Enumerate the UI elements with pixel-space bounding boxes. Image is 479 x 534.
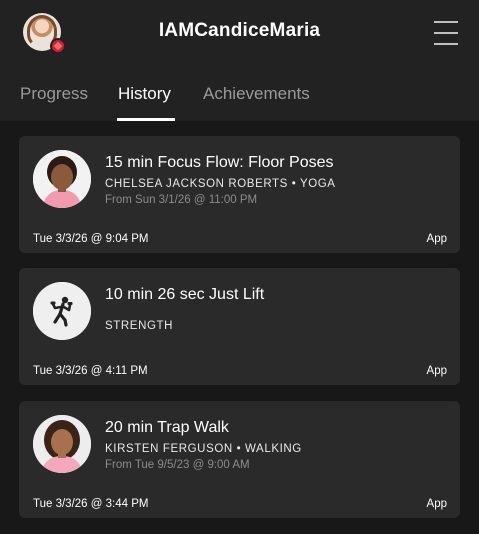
tab-achievements[interactable]: Achievements [203, 84, 310, 104]
workout-title: 20 min Trap Walk [105, 419, 229, 436]
history-card[interactable]: 20 min Trap Walk KIRSTEN FERGUSON • WALK… [19, 401, 460, 518]
workout-date: Tue 3/3/26 @ 4:11 PM [33, 365, 148, 377]
workout-source: App [426, 498, 447, 510]
instructor-photo [33, 415, 91, 473]
profile-page: IAMCandiceMaria Progress History Achieve… [0, 0, 479, 534]
instructor-photo [33, 150, 91, 208]
tab-bar: Progress History Achievements [0, 80, 479, 121]
history-card[interactable]: 10 min 26 sec Just Lift STRENGTH Tue 3/3… [19, 268, 460, 385]
workout-scheduled: From Tue 9/5/23 @ 9:00 AM [105, 459, 250, 471]
workout-scheduled: From Sun 3/1/26 @ 11:00 PM [105, 194, 258, 206]
workout-date: Tue 3/3/26 @ 3:44 PM [33, 498, 149, 510]
active-tab-indicator [117, 118, 175, 121]
workout-subtitle: CHELSEA JACKSON ROBERTS • YOGA [105, 178, 336, 190]
tab-history[interactable]: History [118, 84, 171, 104]
workout-date: Tue 3/3/26 @ 9:04 PM [33, 233, 149, 245]
username: IAMCandiceMaria [158, 20, 321, 41]
workout-title: 10 min 26 sec Just Lift [105, 286, 265, 303]
history-card[interactable]: 15 min Focus Flow: Floor Poses CHELSEA J… [19, 136, 460, 253]
workout-subtitle: KIRSTEN FERGUSON • WALKING [105, 443, 302, 455]
workout-subtitle: STRENGTH [105, 320, 174, 332]
top-bar: IAMCandiceMaria Progress History Achieve… [0, 0, 479, 121]
workout-source: App [426, 233, 447, 245]
workout-source: App [426, 365, 447, 377]
tab-progress[interactable]: Progress [20, 84, 88, 104]
menu-icon[interactable] [434, 21, 458, 45]
workout-title: 15 min Focus Flow: Floor Poses [105, 154, 334, 171]
strength-icon [33, 282, 91, 340]
